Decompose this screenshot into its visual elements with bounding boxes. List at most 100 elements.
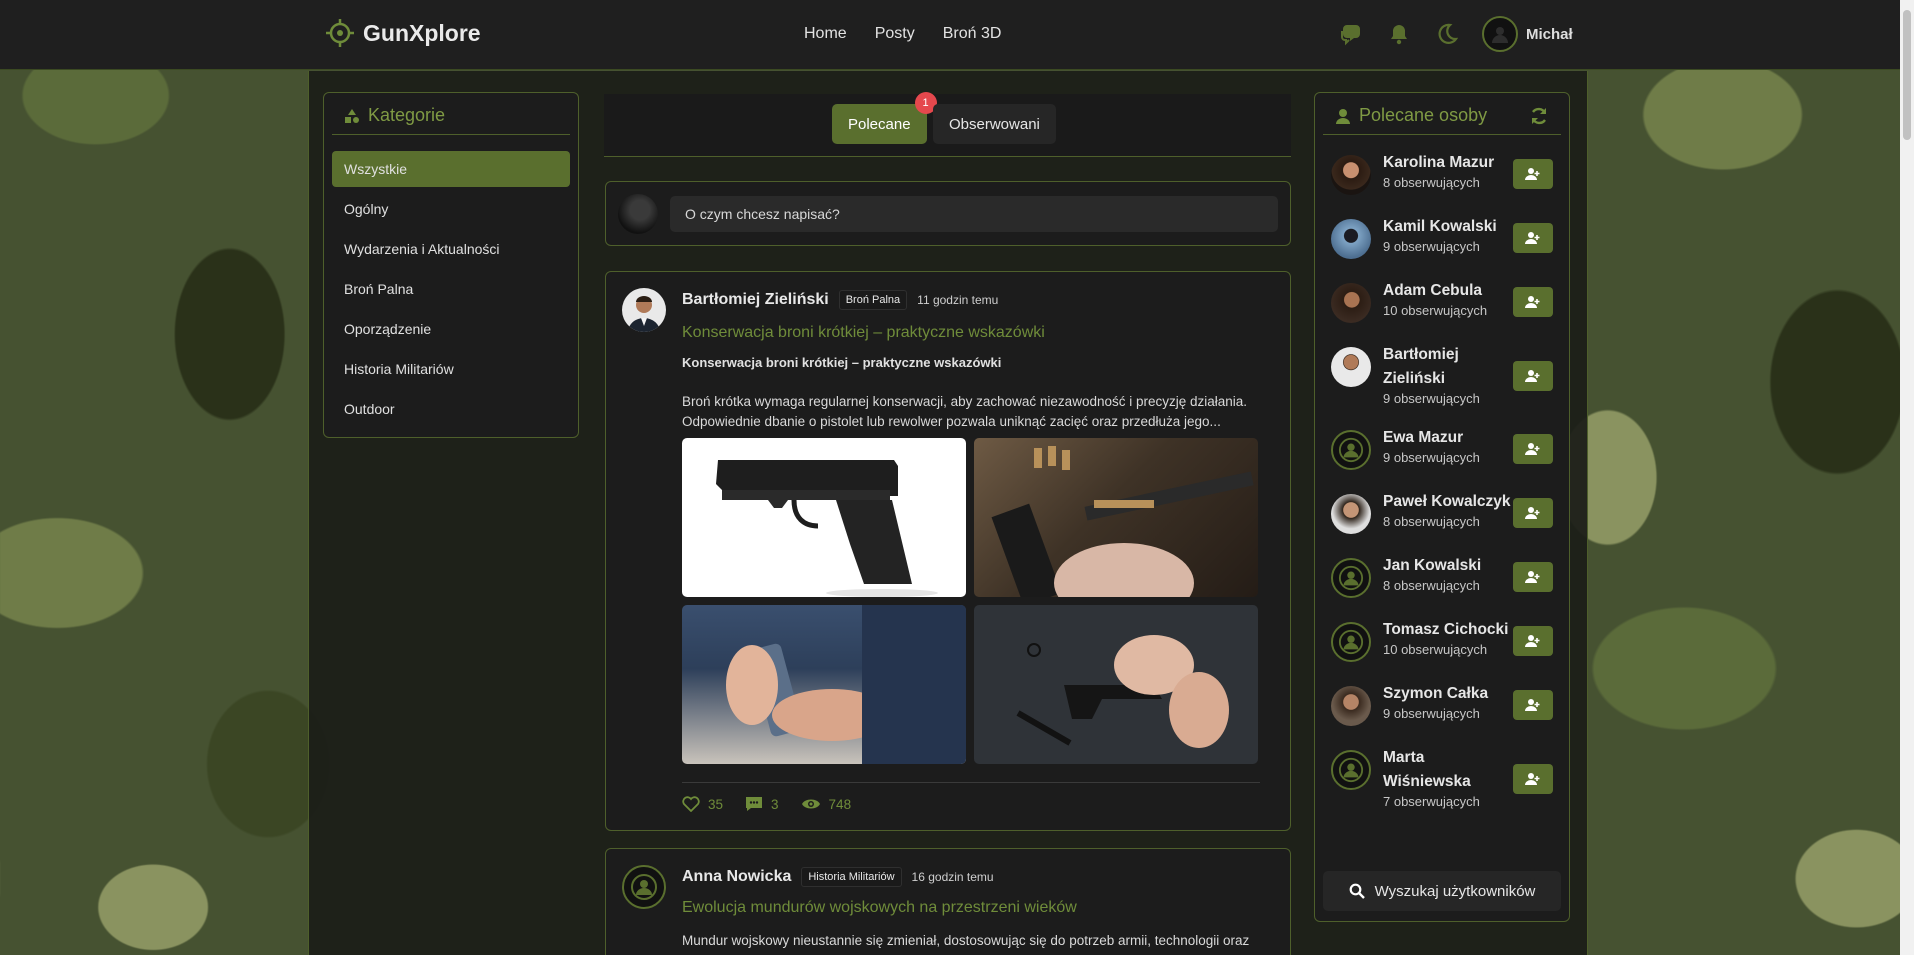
suggested-title-group: Polecane osoby — [1335, 105, 1487, 126]
categories-panel: Kategorie Wszystkie Ogólny Wydarzenia i … — [323, 92, 579, 438]
person-name[interactable]: Marta Wiśniewska — [1383, 746, 1513, 794]
likes-count: 35 — [708, 796, 724, 812]
avatar[interactable] — [1331, 750, 1371, 790]
like-button[interactable]: 35 — [682, 796, 723, 812]
post-image-hands-pistol[interactable] — [682, 605, 966, 764]
post-header: Bartłomiej Zieliński Broń Palna 11 godzi… — [682, 290, 998, 310]
search-icon — [1349, 883, 1365, 899]
user-plus-icon — [1525, 168, 1540, 180]
post-title[interactable]: Konserwacja broni krótkiej – praktyczne … — [682, 324, 1045, 342]
post-excerpt: Mundur wojskowy nieustannie się zmieniał… — [682, 933, 1250, 948]
brand[interactable]: GunXplore — [325, 18, 481, 48]
refresh-icon[interactable] — [1529, 106, 1549, 126]
user-silhouette-icon — [631, 874, 657, 900]
list-item: Ewa Mazur 9 obserwujących — [1315, 416, 1569, 480]
person-info: Paweł Kowalczyk 8 obserwujących — [1383, 490, 1513, 529]
avatar[interactable] — [1331, 430, 1371, 470]
moon-icon[interactable] — [1434, 21, 1460, 47]
category-outdoor[interactable]: Outdoor — [332, 391, 570, 427]
user-name: Michał — [1526, 25, 1573, 43]
feed-tabs: Polecane 1 Obserwowani — [604, 92, 1291, 157]
post-image-pistol[interactable] — [682, 438, 966, 597]
post-author[interactable]: Bartłomiej Zieliński — [682, 291, 829, 309]
person-name[interactable]: Jan Kowalski — [1383, 554, 1513, 578]
avatar[interactable] — [1331, 155, 1371, 195]
nav-3d-guns[interactable]: Broń 3D — [943, 25, 1002, 43]
avatar[interactable] — [1331, 686, 1371, 726]
follow-button[interactable] — [1513, 626, 1553, 656]
tab-recommended[interactable]: Polecane 1 — [832, 92, 937, 144]
person-name[interactable]: Karolina Mazur — [1383, 151, 1513, 175]
person-name[interactable]: Szymon Całka — [1383, 682, 1513, 706]
nav-home[interactable]: Home — [804, 25, 847, 43]
main-nav: Home Posty Broń 3D — [804, 25, 1001, 43]
follow-button[interactable] — [1513, 562, 1553, 592]
categories-list: Wszystkie Ogólny Wydarzenia i Aktualnośc… — [324, 135, 578, 427]
avatar[interactable] — [622, 288, 666, 332]
list-item: Marta Wiśniewska 7 obserwujących — [1315, 736, 1569, 819]
person-followers: 10 obserwujących — [1383, 303, 1488, 318]
category-military-history[interactable]: Historia Militariów — [332, 351, 570, 387]
person-followers: 8 obserwujących — [1383, 175, 1480, 190]
tab-following[interactable]: Obserwowani — [933, 104, 1056, 144]
post-author[interactable]: Anna Nowicka — [682, 868, 791, 886]
post-image-disassembly[interactable] — [974, 605, 1258, 764]
category-gear[interactable]: Oporządzenie — [332, 311, 570, 347]
follow-button[interactable] — [1513, 223, 1553, 253]
categories-title: Kategorie — [368, 105, 446, 125]
user-plus-icon — [1525, 699, 1540, 711]
post-category-tag[interactable]: Broń Palna — [838, 290, 908, 310]
avatar[interactable] — [1331, 283, 1371, 323]
person-info: Marta Wiśniewska 7 obserwujących — [1383, 746, 1513, 809]
list-item: Jan Kowalski 8 obserwujących — [1315, 544, 1569, 608]
avatar[interactable] — [1331, 219, 1371, 259]
tab-recommended-label: Polecane — [848, 115, 911, 133]
bell-icon[interactable] — [1386, 21, 1412, 47]
person-info: Tomasz Cichocki 10 obserwujących — [1383, 618, 1513, 657]
scrollbar-thumb[interactable] — [1903, 10, 1911, 140]
suggested-title: Polecane osoby — [1359, 105, 1488, 125]
user-menu[interactable]: Michał — [1482, 16, 1573, 52]
person-name[interactable]: Adam Cebula — [1383, 279, 1513, 303]
avatar[interactable] — [1331, 622, 1371, 662]
search-users-button[interactable]: Wyszukaj użytkowników — [1323, 871, 1561, 911]
list-item: Tomasz Cichocki 10 obserwujących — [1315, 608, 1569, 672]
nav-posts[interactable]: Posty — [875, 25, 915, 43]
category-general[interactable]: Ogólny — [332, 191, 570, 227]
user-plus-icon — [1525, 571, 1540, 583]
brand-title: GunXplore — [363, 19, 481, 46]
page-scrollbar[interactable] — [1900, 0, 1914, 955]
views-stat: 748 — [801, 796, 851, 812]
person-name[interactable]: Paweł Kowalczyk — [1383, 490, 1513, 514]
post-title[interactable]: Ewolucja mundurów wojskowych na przestrz… — [682, 899, 1077, 917]
follow-button[interactable] — [1513, 287, 1553, 317]
person-name[interactable]: Ewa Mazur — [1383, 426, 1513, 450]
category-firearms[interactable]: Broń Palna — [332, 271, 570, 307]
avatar[interactable] — [622, 865, 666, 909]
person-name[interactable]: Kamil Kowalski — [1383, 215, 1513, 239]
post-image-cleaning-kit[interactable] — [974, 438, 1258, 597]
chat-icon[interactable] — [1338, 21, 1364, 47]
person-followers: 9 obserwujących — [1383, 391, 1480, 406]
user-plus-icon — [1525, 635, 1540, 647]
follow-button[interactable] — [1513, 434, 1553, 464]
follow-button[interactable] — [1513, 690, 1553, 720]
person-name[interactable]: Tomasz Cichocki — [1383, 618, 1513, 642]
suggested-people-list: Karolina Mazur 8 obserwujących Kamil Kow… — [1315, 135, 1569, 819]
category-all[interactable]: Wszystkie — [332, 151, 570, 187]
crosshair-logo-icon — [326, 19, 354, 47]
follow-button[interactable] — [1513, 159, 1553, 189]
person-name[interactable]: Bartłomiej Zieliński — [1383, 343, 1513, 391]
post-category-tag[interactable]: Historia Militariów — [801, 867, 902, 887]
avatar[interactable] — [1331, 558, 1371, 598]
avatar[interactable] — [1331, 347, 1371, 387]
follow-button[interactable] — [1513, 764, 1553, 794]
eye-icon — [801, 799, 820, 809]
user-plus-icon — [1525, 443, 1540, 455]
follow-button[interactable] — [1513, 498, 1553, 528]
category-events-news[interactable]: Wydarzenia i Aktualności — [332, 231, 570, 267]
composer-input[interactable] — [670, 195, 1278, 232]
comments-button[interactable]: 3 — [745, 796, 779, 812]
avatar[interactable] — [1331, 494, 1371, 534]
follow-button[interactable] — [1513, 361, 1553, 391]
